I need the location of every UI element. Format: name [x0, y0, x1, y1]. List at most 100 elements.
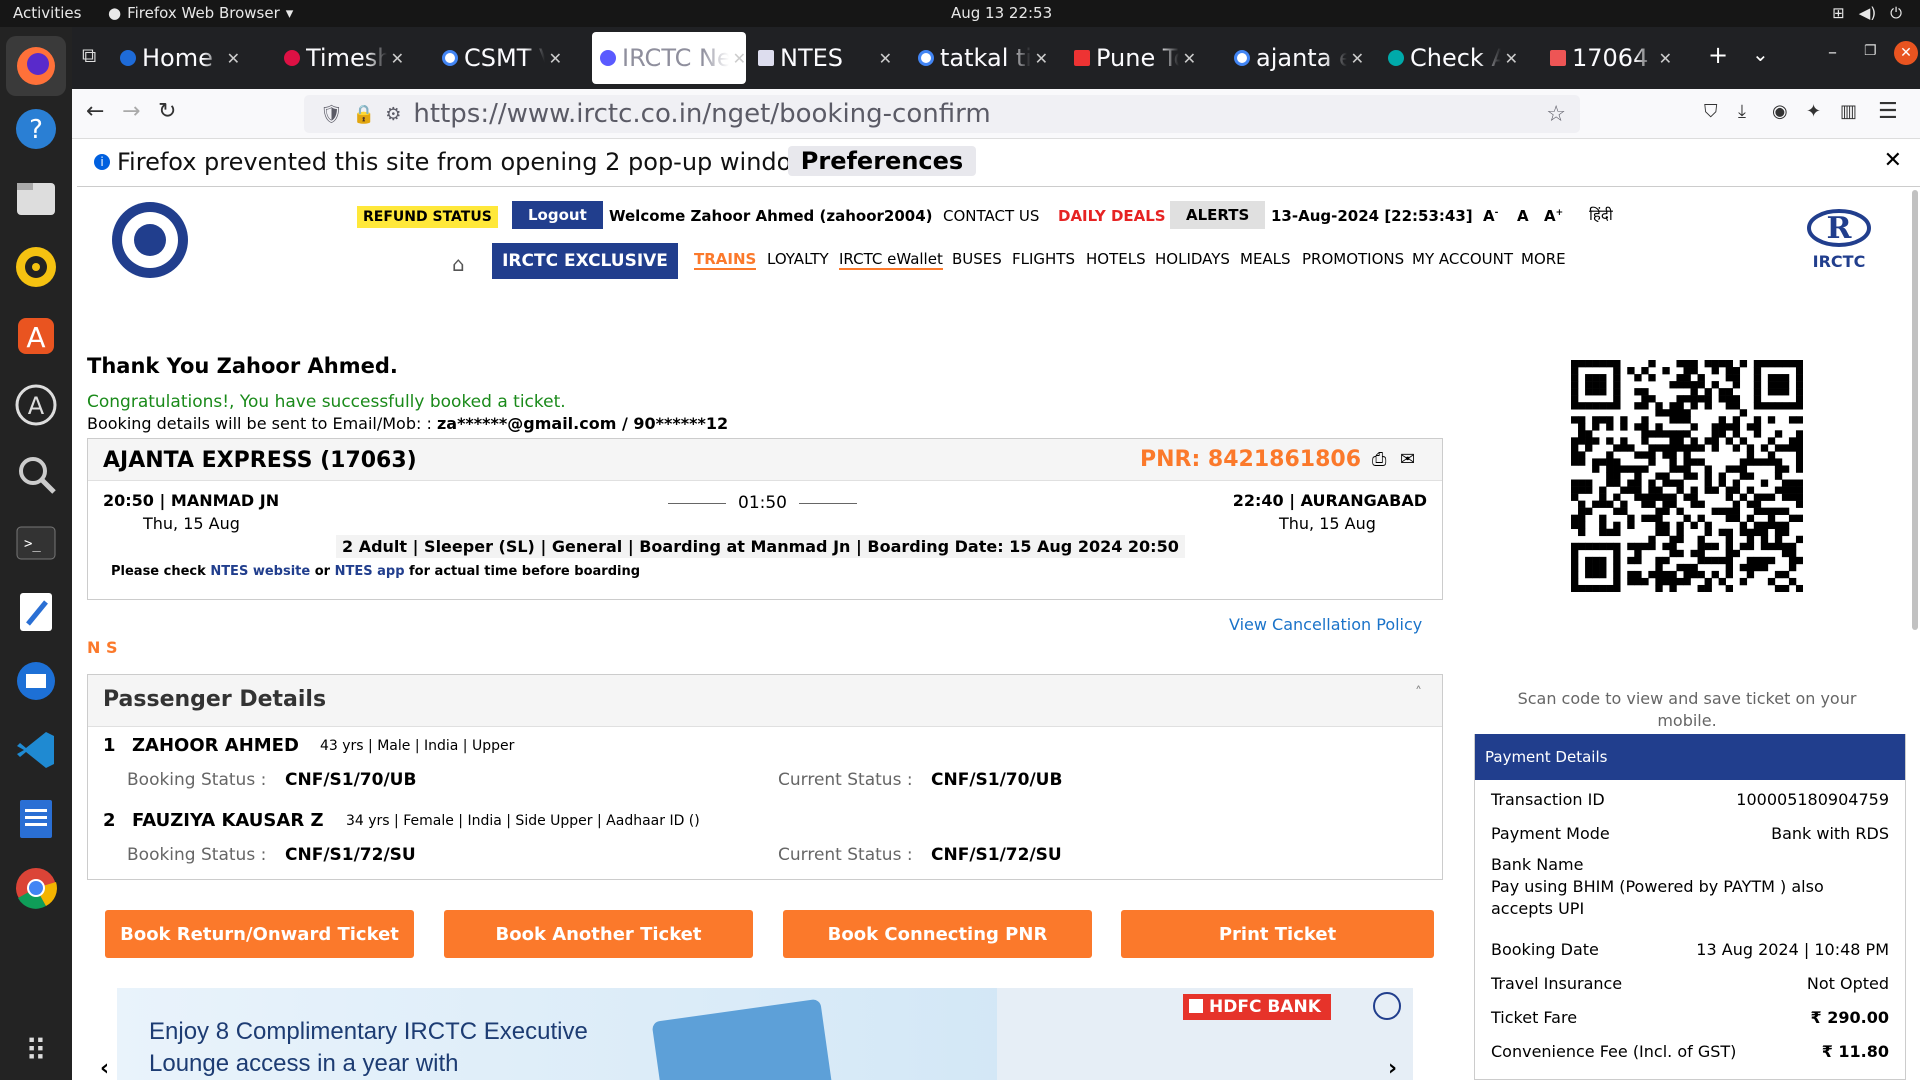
- app-menu[interactable]: ● Firefox Web Browser ▾: [108, 4, 293, 22]
- show-apps-icon[interactable]: ⠿: [12, 1027, 60, 1075]
- font-large-button[interactable]: A+: [1544, 207, 1563, 225]
- sidebar-icon[interactable]: ▥: [1840, 101, 1857, 122]
- page-scrollbar[interactable]: [1912, 190, 1918, 630]
- font-normal-button[interactable]: A: [1517, 207, 1529, 225]
- menu-icon[interactable]: ☰: [1878, 99, 1898, 124]
- close-notification-icon[interactable]: ✕: [1884, 148, 1902, 173]
- email-icon[interactable]: ✉: [1400, 449, 1415, 470]
- alerts-button[interactable]: ALERTS: [1170, 201, 1266, 229]
- tab-tatkal[interactable]: tatkal tic✕: [918, 32, 1048, 84]
- new-tab-icon[interactable]: +: [1708, 41, 1728, 69]
- maximize-icon[interactable]: ❐: [1864, 43, 1877, 59]
- nav-trains[interactable]: TRAINS: [694, 250, 757, 270]
- tab-list-icon[interactable]: ⧉: [82, 43, 96, 67]
- tab-ajanta[interactable]: ajanta ex✕: [1234, 32, 1364, 84]
- firefox-dock-icon[interactable]: [6, 36, 66, 96]
- contact-us-link[interactable]: CONTACT US: [943, 207, 1039, 225]
- close-tab-icon[interactable]: ✕: [1659, 49, 1672, 68]
- nav-flights[interactable]: FLIGHTS: [1012, 250, 1075, 268]
- close-tab-icon[interactable]: ✕: [1505, 49, 1518, 68]
- nav-ewallet[interactable]: IRCTC eWallet: [839, 250, 943, 270]
- refund-status-link[interactable]: REFUND STATUS: [357, 206, 498, 228]
- collapse-icon[interactable]: ˄: [1415, 685, 1422, 701]
- nav-loyalty[interactable]: LOYALTY: [767, 250, 829, 268]
- nav-buses[interactable]: BUSES: [952, 250, 1002, 268]
- welcome-text: Welcome Zahoor Ahmed (zahoor2004): [609, 207, 933, 225]
- carousel-prev-icon[interactable]: ‹: [100, 1056, 109, 1081]
- system-tray[interactable]: ⊞ ◀) ⏻: [1832, 4, 1902, 22]
- back-icon[interactable]: ←: [86, 99, 104, 124]
- hdfc-promo-banner[interactable]: Enjoy 8 Complimentary IRCTC Executive Lo…: [117, 988, 1413, 1080]
- clock[interactable]: Aug 13 22:53: [951, 4, 1052, 22]
- hindi-language-link[interactable]: हिंदी: [1589, 205, 1613, 225]
- extensions-icon[interactable]: ✦: [1806, 101, 1821, 122]
- dock: ? A A >_ ⠿: [0, 27, 72, 1080]
- tab-irctc[interactable]: IRCTC Ne ✕: [592, 32, 746, 84]
- tab-home[interactable]: Home | D✕: [120, 32, 240, 84]
- activities-button[interactable]: Activities: [13, 4, 81, 22]
- account-icon[interactable]: ◉: [1772, 101, 1788, 122]
- close-tab-icon[interactable]: ✕: [879, 49, 892, 68]
- nav-promotions[interactable]: PROMOTIONS: [1302, 250, 1404, 268]
- close-tab-icon[interactable]: ✕: [1351, 49, 1364, 68]
- close-tab-icon[interactable]: ✕: [733, 49, 746, 68]
- help-dock-icon[interactable]: ?: [12, 105, 60, 153]
- nav-holidays[interactable]: HOLIDAYS: [1155, 250, 1230, 268]
- list-tabs-icon[interactable]: ⌄: [1752, 42, 1769, 66]
- tab-csmt[interactable]: CSMT VA✕: [442, 32, 562, 84]
- software-updater-dock-icon[interactable]: A: [12, 381, 60, 429]
- reload-icon[interactable]: ↻: [158, 99, 176, 124]
- terminal-dock-icon[interactable]: >_: [12, 519, 60, 567]
- close-tab-icon[interactable]: ✕: [227, 49, 240, 68]
- url-text[interactable]: https://www.irctc.co.in/nget/booking-con…: [413, 99, 990, 129]
- image-viewer-dock-icon[interactable]: [12, 450, 60, 498]
- thunderbird-dock-icon[interactable]: [12, 657, 60, 705]
- tab-17064[interactable]: 17064 A✕: [1550, 32, 1672, 84]
- tab-check-ajanta[interactable]: Check Aj✕: [1388, 32, 1518, 84]
- bookmark-star-icon[interactable]: ☆: [1546, 102, 1566, 127]
- ntes-app-link[interactable]: NTES app: [335, 564, 405, 579]
- vscode-dock-icon[interactable]: [12, 726, 60, 774]
- forward-icon[interactable]: →: [122, 99, 140, 124]
- minimize-icon[interactable]: –: [1828, 42, 1837, 63]
- chrome-dock-icon[interactable]: [12, 864, 60, 912]
- pocket-icon[interactable]: ⛉: [1704, 101, 1718, 122]
- close-tab-icon[interactable]: ✕: [549, 49, 562, 68]
- nav-meals[interactable]: MEALS: [1240, 250, 1291, 268]
- rhythmbox-dock-icon[interactable]: [12, 243, 60, 291]
- nav-my-account[interactable]: MY ACCOUNT: [1412, 250, 1513, 268]
- passenger-panel-header[interactable]: Passenger Details ˄: [88, 675, 1442, 727]
- logout-button[interactable]: Logout: [512, 201, 603, 229]
- tab-favicon: [1074, 50, 1090, 66]
- close-tab-icon[interactable]: ✕: [1183, 49, 1196, 68]
- home-icon[interactable]: ⌂: [452, 252, 465, 276]
- downloads-icon[interactable]: ⤓: [1738, 101, 1746, 122]
- writer-dock-icon[interactable]: [12, 795, 60, 843]
- app-center-dock-icon[interactable]: A: [12, 312, 60, 360]
- nav-more[interactable]: MORE: [1521, 250, 1566, 268]
- tab-ntes[interactable]: NTES ✕: [758, 32, 892, 84]
- preferences-button[interactable]: Preferences: [788, 146, 976, 176]
- url-bar[interactable]: 🛡 🔒 ⚙ https://www.irctc.co.in/nget/booki…: [304, 95, 1580, 133]
- files-dock-icon[interactable]: [12, 174, 60, 222]
- tab-timesheet[interactable]: Timeshee✕: [284, 32, 404, 84]
- passenger-1-current-label: Current Status :: [778, 770, 913, 790]
- book-return-ticket-button[interactable]: Book Return/Onward Ticket: [105, 910, 414, 958]
- carousel-next-icon[interactable]: ›: [1388, 1056, 1397, 1081]
- print-ticket-button[interactable]: Print Ticket: [1121, 910, 1434, 958]
- close-tab-icon[interactable]: ✕: [1035, 49, 1048, 68]
- nav-hotels[interactable]: HOTELS: [1086, 250, 1146, 268]
- book-connecting-pnr-button[interactable]: Book Connecting PNR: [783, 910, 1092, 958]
- print-icon[interactable]: ⎙: [1372, 449, 1386, 470]
- daily-deals-link[interactable]: DAILY DEALS: [1058, 207, 1166, 225]
- irctc-exclusive-button[interactable]: IRCTC EXCLUSIVE: [492, 243, 678, 279]
- tab-pune[interactable]: Pune To ✕: [1074, 32, 1196, 84]
- ntes-website-link[interactable]: NTES website: [210, 564, 310, 579]
- book-another-ticket-button[interactable]: Book Another Ticket: [444, 910, 753, 958]
- transaction-label: Transaction ID: [1491, 789, 1605, 809]
- cancellation-policy-link[interactable]: View Cancellation Policy: [1229, 615, 1422, 634]
- close-tab-icon[interactable]: ✕: [391, 49, 404, 68]
- text-editor-dock-icon[interactable]: [12, 588, 60, 636]
- close-window-icon[interactable]: ✕: [1894, 41, 1918, 65]
- font-small-button[interactable]: A-: [1483, 207, 1498, 225]
